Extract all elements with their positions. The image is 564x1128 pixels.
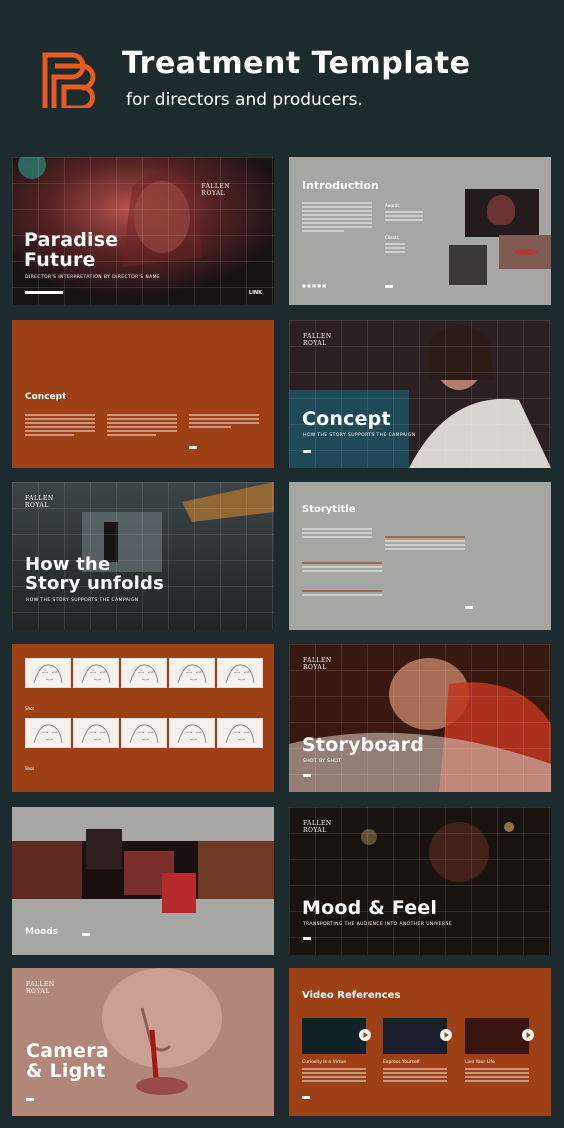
sketch-frame[interactable]	[217, 718, 263, 748]
video-thumb-3[interactable]	[465, 1018, 529, 1054]
header: Treatment Template for directors and pro…	[0, 0, 564, 150]
slide-divider	[25, 291, 63, 294]
slide-concept-text[interactable]: Concept	[12, 320, 274, 468]
slide-caption: DIRECTOR'S INTERPRETATION BY DIRECTOR'S …	[25, 275, 161, 280]
slide-title: Concept	[302, 408, 391, 430]
slide-title: Concept	[25, 392, 67, 402]
brand-name-line2: ROYAL	[303, 339, 327, 347]
slide-title-line1: How the	[25, 554, 111, 575]
brand-name-line2: ROYAL	[25, 501, 49, 509]
slide-video-references[interactable]: Video References Curiosity Is a Virtue E…	[289, 968, 551, 1116]
sketch-frame[interactable]	[73, 718, 119, 748]
video-title-1: Curiosity Is a Virtue	[302, 1060, 347, 1065]
slide-title-line2: & Light	[26, 1060, 106, 1082]
brand-logo-icon	[42, 52, 96, 108]
photo-hand	[449, 245, 487, 285]
page-subtitle: for directors and producers.	[126, 90, 363, 110]
slide-introduction[interactable]: Introduction Awards Clients ■ ■ ■ ■ ■	[289, 157, 551, 305]
video-title-3: Live Your Life	[465, 1060, 495, 1065]
sketch-frame[interactable]	[169, 718, 215, 748]
slide-caption: SHOT BY SHOT	[303, 759, 342, 764]
clients-label: Clients	[385, 235, 399, 240]
slide-camera-light[interactable]: FALLEN ROYAL Camera & Light	[12, 968, 274, 1116]
video-title-2: Express Yourself	[383, 1060, 420, 1065]
slide-mood-feel[interactable]: FALLEN ROYAL Mood & Feel TRANSPORTING TH…	[289, 807, 551, 955]
slide-title-line1: Paradise	[24, 229, 119, 251]
play-icon[interactable]	[440, 1029, 452, 1041]
slide-title: Introduction	[302, 179, 379, 192]
brand-name-line2: ROYAL	[26, 987, 50, 995]
slide-caption: TRANSPORTING THE AUDIENCE INTO ANOTHER U…	[303, 922, 453, 927]
sketch-frame[interactable]	[169, 658, 215, 688]
awards-label: Awards	[385, 203, 400, 208]
shot-label: Shot	[25, 766, 35, 771]
sketch-frame[interactable]	[25, 658, 71, 688]
slide-caption: HOW THE STORY SUPPORTS THE CAMPAIGN	[303, 433, 416, 438]
slide-title-line2: Story unfolds	[25, 573, 165, 594]
slide-title: Storytitle	[302, 504, 356, 515]
intro-text-block	[302, 202, 372, 234]
slide-title: Video References	[302, 990, 401, 1001]
slide-storyboard[interactable]: FALLEN ROYAL Storyboard SHOT BY SHOT	[289, 644, 551, 792]
play-icon[interactable]	[522, 1029, 534, 1041]
slide-title-line2: Future	[24, 249, 96, 271]
sketch-frame[interactable]	[217, 658, 263, 688]
slide-concept-photo[interactable]: FALLEN ROYAL Concept HOW THE STORY SUPPO…	[289, 320, 551, 468]
video-thumb-2[interactable]	[383, 1018, 447, 1054]
slide-caption: HOW THE STORY SUPPORTS THE CAMPAIGN	[26, 598, 139, 603]
slide-moods[interactable]: Moods	[12, 807, 274, 955]
slide-title: Mood & Feel	[302, 897, 438, 919]
link-label[interactable]: LINK	[249, 290, 262, 296]
social-icons[interactable]: ■ ■ ■ ■ ■	[302, 283, 326, 288]
slide-story-unfolds[interactable]: FALLEN ROYAL How the Story unfolds HOW T…	[12, 482, 274, 630]
slide-title-line1: Camera	[26, 1040, 109, 1062]
video-thumb-1[interactable]	[302, 1018, 366, 1054]
slide-paradise-future[interactable]: FALLEN ROYAL Paradise Future DIRECTOR'S …	[12, 157, 274, 305]
sketch-frame[interactable]	[121, 718, 167, 748]
brand-name-line2: ROYAL	[303, 663, 327, 671]
play-icon[interactable]	[359, 1029, 371, 1041]
shot-label: Shot	[25, 706, 35, 711]
page-title: Treatment Template	[122, 46, 471, 81]
sketch-frame[interactable]	[25, 718, 71, 748]
sketch-frame[interactable]	[121, 658, 167, 688]
brand-name-line2: ROYAL	[303, 826, 327, 834]
slide-storyboard-sketches[interactable]: Shot Shot	[12, 644, 274, 792]
slide-storytitle[interactable]: Storytitle	[289, 482, 551, 630]
slide-title: Moods	[25, 927, 59, 937]
sketch-frame[interactable]	[73, 658, 119, 688]
slide-title: Storyboard	[302, 734, 425, 756]
brand-name-line2: ROYAL	[201, 189, 226, 197]
